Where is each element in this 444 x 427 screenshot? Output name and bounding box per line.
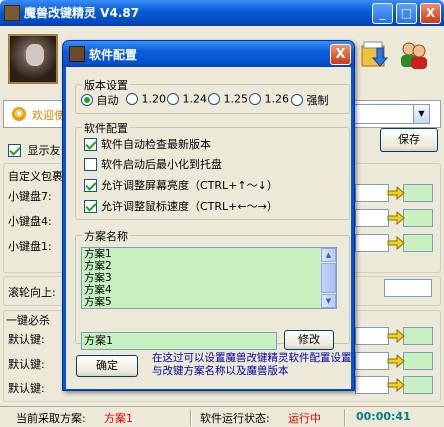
- list-item[interactable]: 方案3: [82, 272, 336, 284]
- version-radio-120[interactable]: 1.20: [126, 92, 166, 106]
- numpad1-label: 小键盘1:: [8, 240, 52, 253]
- checkbox[interactable]: [84, 137, 97, 151]
- key-input[interactable]: [355, 352, 389, 370]
- modify-button[interactable]: 修改: [284, 330, 334, 350]
- screen-brightness-option[interactable]: 允许调整屏幕亮度（CTRL+↑～↓）: [84, 177, 278, 193]
- arrow-right-icon: [387, 354, 405, 368]
- info-icon: ◉: [12, 107, 26, 121]
- key-input[interactable]: [355, 376, 389, 394]
- version-radio-124[interactable]: 1.24: [167, 92, 207, 106]
- key-target[interactable]: [403, 184, 433, 202]
- current-scheme-value: 方案1: [104, 412, 133, 425]
- window-title: 魔兽改键精灵 V4.87: [24, 6, 140, 20]
- run-state-value: 运行中: [288, 412, 321, 425]
- list-item[interactable]: 方案1: [82, 248, 336, 260]
- radio-icon[interactable]: [291, 94, 303, 106]
- title-bar[interactable]: 魔兽改键精灵 V4.87 _ □ X: [0, 0, 444, 26]
- scheme-group-legend: 方案名称: [82, 228, 130, 244]
- list-item[interactable]: 方案5: [82, 296, 336, 308]
- dialog-note: 在这过可以设置魔兽改键精灵软件配置设置与改键方案名称以及魔兽版本: [152, 352, 352, 377]
- ok-button[interactable]: 确定: [76, 355, 138, 377]
- list-item[interactable]: 方案4: [82, 284, 336, 296]
- show-friend-checkbox[interactable]: [8, 143, 21, 157]
- arrow-right-icon: [387, 211, 405, 225]
- default-key-label: 默认键:: [8, 382, 45, 395]
- maximize-button[interactable]: □: [396, 3, 417, 24]
- dialog-app-icon: [69, 46, 85, 62]
- dialog-close-button[interactable]: X: [330, 44, 351, 65]
- minimize-to-tray-option[interactable]: 软件启动后最小化到托盘: [84, 156, 222, 172]
- close-button[interactable]: X: [420, 3, 441, 24]
- dialog-body: 版本设置 自动 1.20 1.24 1.25 1.26 强制 软件配置 软件自动…: [66, 67, 352, 389]
- arrow-right-icon: [387, 378, 405, 392]
- config-group: 软件配置 软件自动检查最新版本 软件启动后最小化到托盘 允许调整屏幕亮度（CTR…: [75, 120, 350, 220]
- dialog-title: 软件配置: [89, 48, 138, 62]
- timer: 00:00:41: [356, 410, 411, 423]
- status-bar: 当前采取方案: 方案1 软件运行状态: 运行中 00:00:41: [0, 406, 444, 427]
- radio-icon[interactable]: [208, 93, 220, 105]
- version-group: 版本设置 自动 1.20 1.24 1.25 1.26 强制: [75, 77, 350, 114]
- chevron-down-icon[interactable]: ▼: [413, 105, 429, 123]
- list-item[interactable]: 方案2: [82, 260, 336, 272]
- scroll-thumb[interactable]: [321, 263, 336, 293]
- save-button[interactable]: 保存: [380, 128, 438, 152]
- key-target[interactable]: [403, 376, 433, 394]
- welcome-text: 欢迎使: [32, 109, 65, 122]
- scroll-up-icon[interactable]: ▲: [321, 248, 336, 262]
- wheel-up-label: 滚轮向上:: [8, 286, 56, 299]
- one-key-label: 一键必杀: [6, 314, 50, 327]
- default-key-label: 默认键:: [8, 333, 45, 346]
- arrow-right-icon: [387, 329, 405, 343]
- scheme-group: 方案名称 方案1 方案2 方案3 方案4 方案5 ▲ ▼ 方案1 修改: [75, 228, 350, 350]
- download-icon[interactable]: [360, 40, 390, 70]
- key-input[interactable]: [355, 234, 389, 252]
- checkbox[interactable]: [84, 157, 97, 171]
- scheme-name-input[interactable]: 方案1: [81, 332, 277, 350]
- hero-portrait: [8, 34, 58, 84]
- users-icon[interactable]: [398, 40, 428, 70]
- minimize-button[interactable]: _: [372, 3, 393, 24]
- mouse-speed-option[interactable]: 允许调整鼠标速度（CTRL+←～→）: [84, 198, 278, 214]
- config-dialog: 软件配置 X 版本设置 自动 1.20 1.24 1.25 1.26 强制 软件…: [62, 40, 355, 391]
- version-radio-125[interactable]: 1.25: [208, 92, 248, 106]
- numpad4-label: 小键盘4:: [8, 215, 52, 228]
- radio-icon[interactable]: [167, 93, 179, 105]
- key-target[interactable]: [403, 327, 433, 345]
- wheel-up-input[interactable]: [384, 279, 432, 297]
- arrow-right-icon: [387, 236, 405, 250]
- radio-icon[interactable]: [126, 93, 138, 105]
- checkbox[interactable]: [84, 199, 97, 213]
- key-target[interactable]: [403, 209, 433, 227]
- scroll-down-icon[interactable]: ▼: [321, 294, 336, 308]
- auto-check-update-option[interactable]: 软件自动检查最新版本: [84, 136, 211, 152]
- default-key-label: 默认键:: [8, 358, 45, 371]
- version-group-legend: 版本设置: [82, 77, 130, 93]
- key-input[interactable]: [355, 209, 389, 227]
- key-target[interactable]: [403, 234, 433, 252]
- show-friend-row[interactable]: 显示友: [8, 142, 61, 158]
- app-icon: [4, 5, 20, 21]
- numpad7-label: 小键盘7:: [8, 190, 52, 203]
- run-state-label: 软件运行状态:: [200, 412, 270, 425]
- dialog-title-bar[interactable]: 软件配置 X: [63, 41, 354, 67]
- version-radio-126[interactable]: 1.26: [249, 92, 289, 106]
- key-input[interactable]: [355, 327, 389, 345]
- version-radio-auto[interactable]: 自动: [81, 92, 119, 108]
- arrow-right-icon: [387, 186, 405, 200]
- show-friend-label: 显示友: [27, 144, 61, 157]
- current-scheme-label: 当前采取方案:: [16, 412, 86, 425]
- version-radio-force[interactable]: 强制: [291, 92, 329, 108]
- main-window: 魔兽改键精灵 V4.87 _ □ X ◉ 欢迎使 ▼ 显示友 保存 自定义包裹: [0, 0, 444, 427]
- config-group-legend: 软件配置: [82, 120, 130, 136]
- custom-package-label: 自定义包裹: [8, 170, 63, 183]
- key-target[interactable]: [403, 352, 433, 370]
- radio-icon[interactable]: [81, 94, 93, 106]
- list-scrollbar[interactable]: ▲ ▼: [320, 248, 336, 308]
- radio-icon[interactable]: [249, 93, 261, 105]
- scheme-list[interactable]: 方案1 方案2 方案3 方案4 方案5 ▲ ▼: [81, 247, 337, 309]
- checkbox[interactable]: [84, 178, 97, 192]
- key-input[interactable]: [355, 184, 389, 202]
